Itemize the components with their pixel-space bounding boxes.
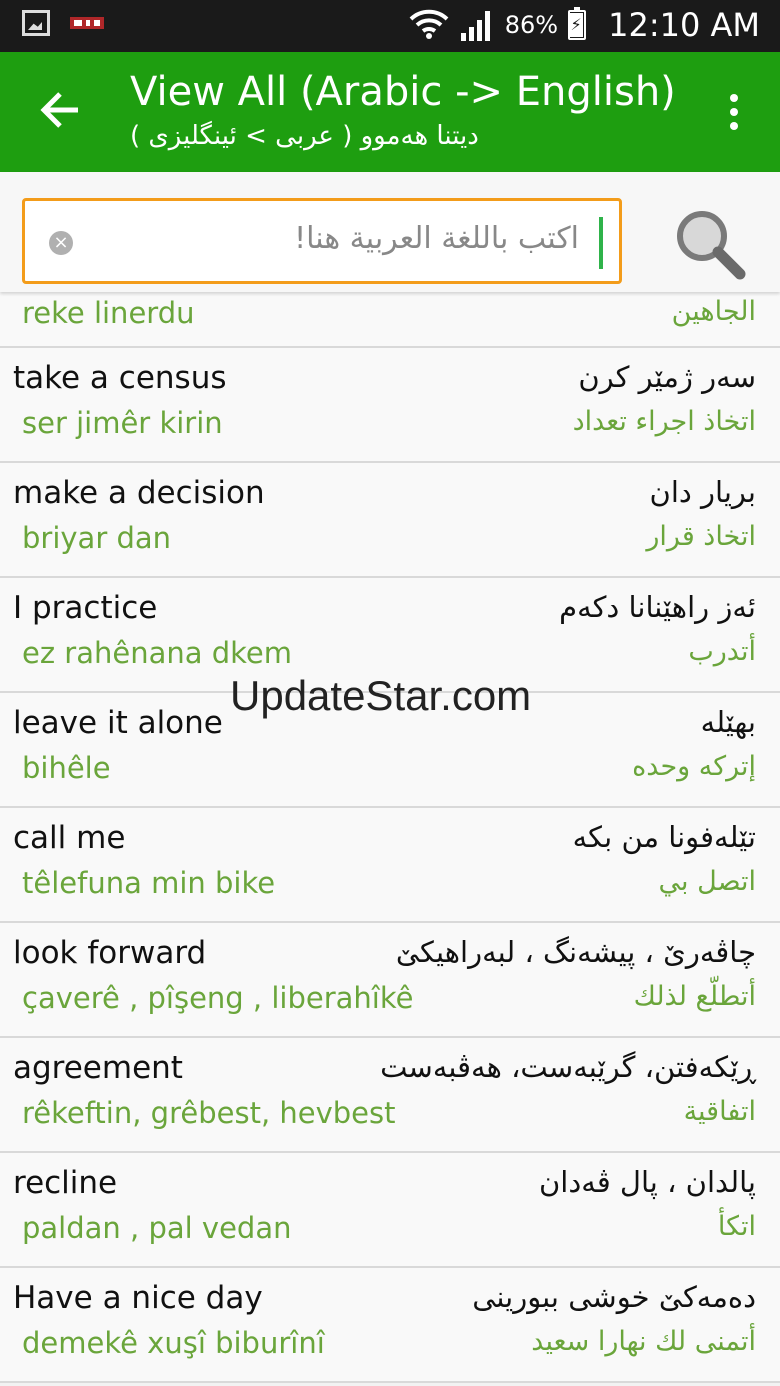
gallery-notification-icon	[22, 10, 50, 36]
transliteration: ez rahênana dkem	[22, 636, 292, 670]
battery-charging-icon	[568, 7, 587, 40]
list-item[interactable]: agreement ڕێکەفتن، گرێبەست، هەڤبەست rêke…	[0, 1038, 780, 1153]
signal-icon	[460, 11, 490, 41]
status-bar: 86% 12:10 AM	[0, 0, 780, 52]
english-text: take a census	[13, 360, 227, 396]
kurdish-text: بهێله	[700, 705, 756, 739]
transliteration: têlefuna min bike	[22, 866, 276, 900]
clear-icon[interactable]: ×	[49, 231, 73, 255]
transliteration: bihêle	[22, 751, 111, 785]
kurdish-text: بریار دان	[649, 475, 756, 509]
arabic-text: اتكأ	[717, 1211, 756, 1242]
kurdish-text: پالدان ، پال ڤەدان	[539, 1165, 756, 1199]
search-placeholder: اكتب باللغة العربية هنا!	[294, 221, 579, 256]
list-item[interactable]: look forward چاڤەرێ ، پیشەنگ ، لبەراهیکێ…	[0, 923, 780, 1038]
arabic-text: إتركه وحده	[632, 751, 756, 782]
kurdish-text: دەمەکێ خوشی ببورینی	[472, 1280, 756, 1314]
transliteration: çaverê , pîşeng , liberahîkê	[22, 981, 414, 1015]
list-item[interactable]: Have a nice day دەمەکێ خوشی ببورینی deme…	[0, 1268, 780, 1383]
english-text: look forward	[13, 935, 207, 971]
arabic-text: الجاهين	[671, 296, 756, 327]
kurdish-text: ڕێکەفتن، گرێبەست، هەڤبەست	[380, 1050, 756, 1084]
transliteration: ser jimêr kirin	[22, 406, 223, 440]
phrase-list: reke linerdu الجاهين take a census سەر ژ…	[0, 292, 780, 1383]
list-item[interactable]: call me تێلەفونا من بکه têlefuna min bik…	[0, 808, 780, 923]
back-arrow-icon[interactable]	[38, 88, 82, 140]
english-text: recline	[13, 1165, 118, 1201]
app-bar: View All (Arabic -> English) دیتنا هەموو…	[0, 52, 780, 172]
transliteration: rêkeftin, grêbest, hevbest	[22, 1096, 396, 1130]
transliteration: demekê xuşî biburînî	[22, 1326, 325, 1360]
english-text: make a decision	[13, 475, 265, 511]
english-text: Have a nice day	[13, 1280, 263, 1316]
english-text: I practice	[13, 590, 158, 626]
kurdish-text: چاڤەرێ ، پیشەنگ ، لبەراهیکێ	[395, 935, 756, 969]
english-text: agreement	[13, 1050, 183, 1086]
arabic-text: اتخاذ اجراء تعداد	[572, 406, 756, 437]
arabic-text: اتفاقية	[683, 1096, 756, 1127]
list-item[interactable]: recline پالدان ، پال ڤەدان paldan , pal …	[0, 1153, 780, 1268]
watermark: UpdateStar.com	[230, 672, 532, 719]
kurdish-text: تێلەفونا من بکه	[572, 820, 756, 854]
text-cursor	[599, 217, 603, 269]
search-input[interactable]: × اكتب باللغة العربية هنا!	[22, 198, 622, 284]
page-title: View All (Arabic -> English)	[130, 69, 676, 115]
wifi-icon	[409, 9, 449, 39]
list-item[interactable]: reke linerdu الجاهين	[0, 292, 780, 348]
kurdish-text: سەر ژمێر کرن	[578, 360, 756, 394]
arabic-text: أتمنى لك نهارا سعيد	[531, 1326, 756, 1357]
overflow-menu-icon[interactable]	[730, 94, 740, 136]
clock: 12:10 AM	[608, 6, 760, 44]
transliteration: briyar dan	[22, 521, 172, 555]
app-notification-icon	[68, 13, 106, 33]
transliteration: reke linerdu	[22, 296, 195, 330]
search-icon[interactable]	[672, 206, 748, 282]
list-item[interactable]: make a decision بریار دان briyar dan اتخ…	[0, 463, 780, 578]
transliteration: paldan , pal vedan	[22, 1211, 292, 1245]
english-text: leave it alone	[13, 705, 223, 741]
arabic-text: أتطلّع لذلك	[633, 981, 756, 1012]
list-item[interactable]: take a census سەر ژمێر کرن ser jimêr kir…	[0, 348, 780, 463]
arabic-text: اتصل بي	[658, 866, 756, 897]
battery-percent: 86%	[504, 11, 559, 39]
english-text: call me	[13, 820, 126, 856]
arabic-text: أتدرب	[688, 636, 756, 667]
kurdish-text: ئەز راهێنانا دکەم	[559, 590, 756, 624]
search-bar: × اكتب باللغة العربية هنا!	[0, 172, 780, 292]
page-subtitle: دیتنا هەموو ( عربی > ئینگلیزی )	[130, 121, 479, 151]
arabic-text: اتخاذ قرار	[646, 521, 756, 552]
